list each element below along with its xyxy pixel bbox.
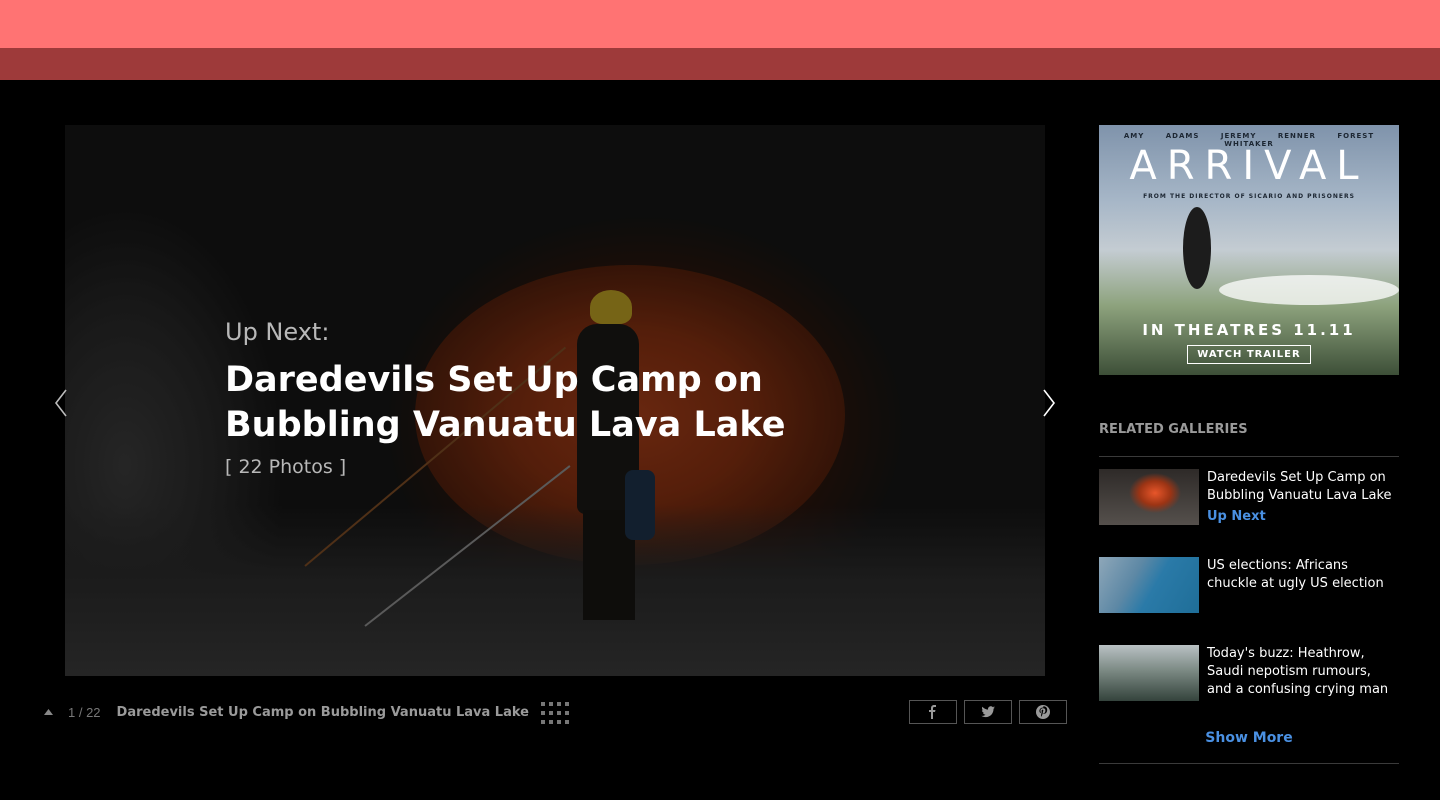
advertisement-banner[interactable]: AMY ADAMS JEREMY RENNER FOREST WHITAKER … — [1099, 125, 1399, 375]
caption-bar: 1 / 22 Daredevils Set Up Camp on Bubblin… — [40, 700, 529, 724]
chevron-right-icon — [1043, 389, 1056, 417]
sub-header-bar — [0, 48, 1440, 80]
related-galleries-heading: RELATED GALLERIES — [1099, 422, 1248, 437]
share-pinterest-button[interactable] — [1019, 700, 1067, 724]
grid-icon — [541, 702, 569, 724]
share-facebook-button[interactable] — [909, 700, 957, 724]
photo-count: [ 22 Photos ] — [225, 456, 347, 478]
ad-mist — [1219, 275, 1399, 305]
related-gallery-item[interactable]: Today's buzz: Heathrow, Saudi nepotism r… — [1099, 645, 1399, 705]
next-slide-button[interactable] — [1038, 388, 1058, 418]
related-gallery-title[interactable]: Daredevils Set Up Camp on Bubbling Vanua… — [1207, 469, 1399, 505]
ad-tagline: FROM THE DIRECTOR OF SICARIO AND PRISONE… — [1143, 193, 1355, 200]
related-gallery-thumbnail[interactable] — [1099, 557, 1199, 613]
share-twitter-button[interactable] — [964, 700, 1012, 724]
up-next-badge: Up Next — [1207, 509, 1266, 524]
up-next-title[interactable]: Daredevils Set Up Camp on Bubbling Vanua… — [225, 358, 925, 448]
facebook-icon — [929, 705, 936, 719]
pinterest-icon — [1036, 705, 1050, 719]
related-gallery-thumbnail[interactable] — [1099, 469, 1199, 525]
caption-toggle-button[interactable] — [40, 704, 56, 720]
related-gallery-item[interactable]: US elections: Africans chuckle at ugly U… — [1099, 557, 1399, 617]
slide-counter: 1 / 22 — [68, 704, 101, 720]
related-gallery-thumbnail[interactable] — [1099, 645, 1199, 701]
grid-view-button[interactable] — [541, 702, 569, 724]
ad-brand-title: ARRIVAL — [1129, 143, 1369, 189]
divider — [1099, 456, 1399, 457]
previous-slide-button[interactable] — [52, 388, 72, 418]
twitter-icon — [981, 706, 995, 718]
up-next-label: Up Next: — [225, 318, 330, 346]
show-more-button[interactable]: Show More — [1099, 730, 1399, 746]
ad-release-date: IN THEATRES 11.11 — [1142, 321, 1356, 339]
top-header-bar — [0, 0, 1440, 48]
related-gallery-item[interactable]: Daredevils Set Up Camp on Bubbling Vanua… — [1099, 469, 1399, 529]
caption-title: Daredevils Set Up Camp on Bubbling Vanua… — [116, 704, 529, 720]
divider — [1099, 763, 1399, 764]
related-gallery-title[interactable]: Today's buzz: Heathrow, Saudi nepotism r… — [1207, 645, 1399, 699]
related-gallery-title[interactable]: US elections: Africans chuckle at ugly U… — [1207, 557, 1399, 593]
triangle-up-icon — [43, 709, 53, 715]
chevron-left-icon — [54, 389, 67, 417]
ad-watch-trailer-button[interactable]: WATCH TRAILER — [1187, 345, 1311, 364]
ad-spaceship-image — [1183, 207, 1211, 289]
